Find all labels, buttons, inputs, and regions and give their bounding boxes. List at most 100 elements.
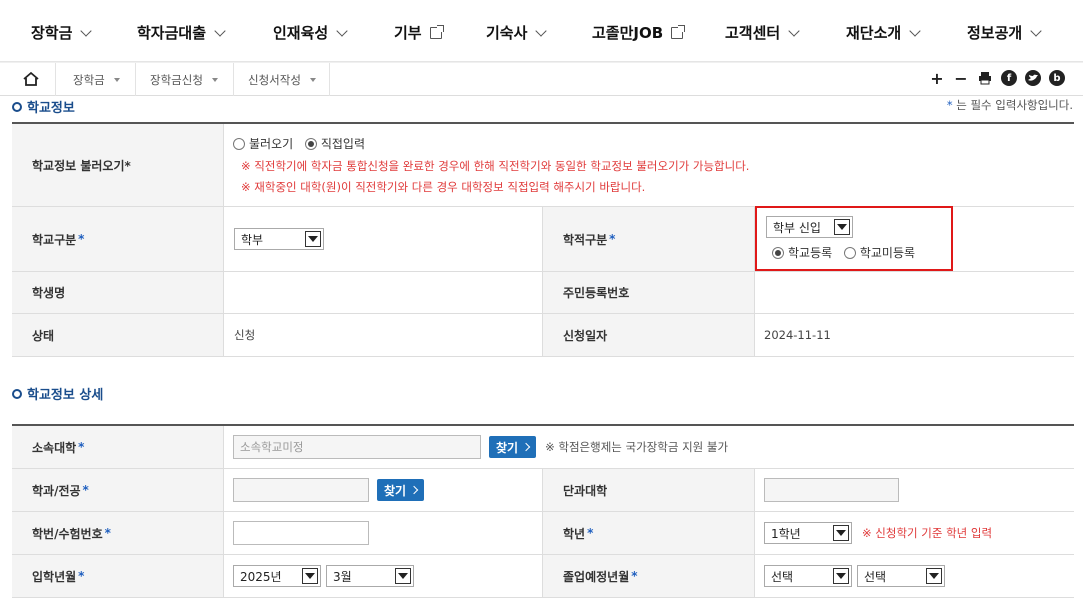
crumb-label: 장학금 [73, 72, 105, 87]
student-number-input[interactable] [233, 521, 369, 545]
chevron-down-icon [909, 24, 921, 37]
label-text: 학교정보 불러오기* [32, 158, 131, 173]
facebook-icon[interactable]: f [1001, 70, 1017, 86]
table-row: 학교정보 불러오기* 불러오기 직접입력 ※ 직전학기에 학자금 통합신청을 완… [12, 124, 1074, 207]
nav-student-loan[interactable]: 학자금대출 [137, 22, 226, 43]
table-row: 상태 신청 신청일자 2024-11-11 [12, 314, 1074, 357]
label-text: 소속대학 [32, 440, 77, 455]
dropdown-arrow-icon [926, 568, 942, 584]
entry-year-select[interactable]: 2025년 [233, 565, 321, 587]
label-text: 학적구분 [563, 232, 608, 247]
radio-circle [304, 137, 317, 150]
label-text: 학과/전공 [32, 483, 81, 498]
radio-group: 불러오기 직접입력 [233, 135, 373, 153]
table-row: 소속대학 * 소속학교미정 찾기 ※ 학점은행제는 국가장학금 지원 불가 [12, 426, 1074, 469]
radio-direct-input[interactable]: 직접입력 [304, 135, 365, 152]
select-value: 1학년 [771, 526, 801, 541]
nav-foundation[interactable]: 재단소개 [846, 22, 921, 43]
section-title-school-info: 학교정보 [12, 97, 75, 116]
breadcrumb-item-scholarship[interactable]: 장학금 [56, 63, 136, 96]
caret-down-icon [113, 77, 120, 82]
entry-date-label: 입학년월 * [12, 555, 224, 597]
student-name-label: 학생명 [12, 272, 224, 313]
button-label: 찾기 [496, 440, 519, 455]
find-major-button[interactable]: 찾기 [377, 479, 425, 501]
table-row: 학생명 주민등록번호 [12, 272, 1074, 314]
nav-label: 기숙사 [486, 24, 528, 42]
circle-bullet-icon [12, 388, 22, 399]
entry-date-cell: 2025년 3월 [224, 555, 543, 597]
label-text: 신청일자 [563, 328, 608, 343]
load-school-info-label: 학교정보 불러오기* [12, 124, 224, 206]
external-link-icon [429, 24, 444, 39]
nav-label: 고객센터 [725, 24, 781, 42]
chevron-down-icon [788, 24, 800, 37]
apply-date-label: 신청일자 [543, 314, 755, 356]
grade-select[interactable]: 1학년 [764, 522, 852, 544]
find-university-button[interactable]: 찾기 [489, 436, 537, 458]
student-name-cell [224, 272, 543, 313]
school-type-select[interactable]: 학부 [234, 228, 324, 250]
section-title-text: 학교정보 [27, 101, 75, 116]
chevron-down-icon [336, 24, 348, 37]
nav-dormitory[interactable]: 기숙사 [486, 22, 548, 43]
entry-month-select[interactable]: 3월 [326, 565, 414, 587]
home-button[interactable] [0, 63, 56, 96]
chevron-down-icon [535, 24, 548, 37]
nav-scholarship[interactable]: 장학금 [31, 22, 93, 43]
button-label: 찾기 [384, 483, 407, 498]
radio-load[interactable]: 불러오기 [233, 135, 293, 152]
breadcrumb-item-apply[interactable]: 장학금신청 [136, 63, 234, 96]
radio-label: 직접입력 [320, 137, 365, 152]
major-input[interactable] [233, 478, 369, 502]
required-star: * [104, 526, 111, 540]
radio-label: 불러오기 [249, 137, 294, 152]
highlight-box [755, 206, 953, 271]
select-value: 선택 [864, 569, 887, 584]
label-text: 학번/수험번호 [32, 526, 103, 541]
label-text: 주민등록번호 [563, 286, 630, 300]
nav-talent[interactable]: 인재육성 [273, 22, 348, 43]
university-input[interactable]: 소속학교미정 [233, 435, 481, 459]
graduation-date-cell: 선택 선택 [755, 555, 1074, 597]
load-school-info-cell: 불러오기 직접입력 ※ 직전학기에 학자금 통합신청을 완료한 경우에 한해 직… [224, 124, 1074, 206]
nav-label: 재단소개 [846, 24, 902, 42]
caret-down-icon [211, 77, 218, 82]
major-cell: 찾기 [224, 469, 543, 511]
graduation-month-select[interactable]: 선택 [857, 565, 945, 587]
graduation-year-select[interactable]: 선택 [764, 565, 852, 587]
print-button[interactable] [977, 70, 993, 86]
grade-note: ※ 신청학기 기준 학년 입력 [862, 526, 993, 540]
college-cell [755, 469, 1074, 511]
zoom-out-button[interactable]: − [953, 69, 969, 88]
blog-icon[interactable]: b [1049, 70, 1065, 86]
nav-customer-center[interactable]: 고객센터 [725, 22, 800, 43]
dropdown-arrow-icon [305, 231, 321, 247]
label-text: 학교구분 [32, 232, 77, 247]
status-label: 상태 [12, 314, 224, 356]
label-text: 학생명 [32, 286, 66, 300]
plus-icon: + [930, 68, 944, 88]
twitter-icon[interactable] [1025, 70, 1041, 86]
nav-disclosure[interactable]: 정보공개 [967, 22, 1042, 43]
status-value: 신청 [234, 328, 256, 342]
school-type-cell: 학부 [224, 207, 543, 271]
zoom-in-button[interactable]: + [929, 68, 945, 88]
table-row: 학과/전공 * 찾기 단과대학 [12, 469, 1074, 512]
required-star: * [609, 232, 616, 246]
label-text: 입학년월 [32, 569, 77, 584]
nav-highschool-job[interactable]: 고졸만JOB [592, 22, 686, 43]
nav-label: 학자금대출 [137, 24, 207, 42]
breadcrumb-item-write[interactable]: 신청서작성 [234, 63, 330, 96]
required-star: * [587, 526, 594, 540]
section-title-school-detail: 학교정보 상세 [12, 384, 103, 403]
chevron-right-icon [521, 442, 531, 452]
top-navigation: 장학금 학자금대출 인재육성 기부 기숙사 고졸만JOB 고객센터 재단소개 정… [0, 0, 1083, 62]
nav-label: 인재육성 [273, 24, 329, 42]
nav-donation[interactable]: 기부 [394, 22, 444, 43]
college-label: 단과대학 [543, 469, 755, 511]
college-input[interactable] [764, 478, 899, 502]
dropdown-arrow-icon [833, 568, 849, 584]
university-label: 소속대학 * [12, 426, 224, 468]
resident-no-label: 주민등록번호 [543, 272, 755, 313]
